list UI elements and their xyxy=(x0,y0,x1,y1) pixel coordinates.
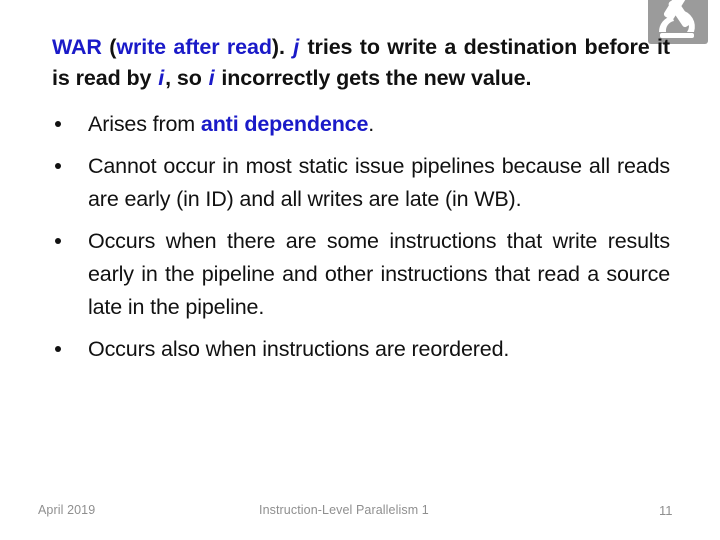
var-i-second: i xyxy=(208,66,215,90)
list-item: Occurs when there are some instructions … xyxy=(52,225,670,324)
bullet-dot-icon xyxy=(55,163,61,169)
lead-close-paren: ). xyxy=(271,35,285,59)
var-j: j xyxy=(293,35,300,59)
bullet-dot-icon xyxy=(55,346,61,352)
bullet-1-highlight: anti dependence xyxy=(200,112,369,136)
term-war: WAR xyxy=(52,35,102,59)
lead-text-4: incorrectly gets the new value. xyxy=(215,66,532,90)
list-item: Cannot occur in most static issue pipeli… xyxy=(52,150,670,216)
bullet-dot-icon xyxy=(55,238,61,244)
bullet-1-prefix: Arises from xyxy=(88,112,201,136)
bullet-4-text: Occurs also when instructions are reorde… xyxy=(88,337,510,361)
bullet-list: Arises from anti dependence. Cannot occu… xyxy=(52,108,670,366)
term-expansion: write after read xyxy=(116,35,272,59)
list-item: Occurs also when instructions are reorde… xyxy=(52,333,670,366)
slide-footer: April 2019 Instruction-Level Parallelism… xyxy=(0,503,720,533)
footer-title: Instruction-Level Parallelism 1 xyxy=(259,503,429,517)
bullet-1-suffix: . xyxy=(368,112,375,136)
var-i-first: i xyxy=(158,66,165,90)
lead-text-3: , so xyxy=(165,66,208,90)
lead-paragraph: WAR (write after read). j tries to write… xyxy=(52,32,670,94)
footer-date: April 2019 xyxy=(38,503,96,517)
bullet-dot-icon xyxy=(55,121,61,127)
bullet-3-text: Occurs when there are some instructions … xyxy=(88,229,670,319)
footer-page-number: 11 xyxy=(659,503,673,518)
lead-open-paren: ( xyxy=(101,35,117,59)
slide-canvas: WAR (write after read). j tries to write… xyxy=(0,0,720,540)
slide-body: WAR (write after read). j tries to write… xyxy=(52,32,670,375)
bullet-2-text: Cannot occur in most static issue pipeli… xyxy=(88,154,670,211)
list-item: Arises from anti dependence. xyxy=(52,108,670,141)
